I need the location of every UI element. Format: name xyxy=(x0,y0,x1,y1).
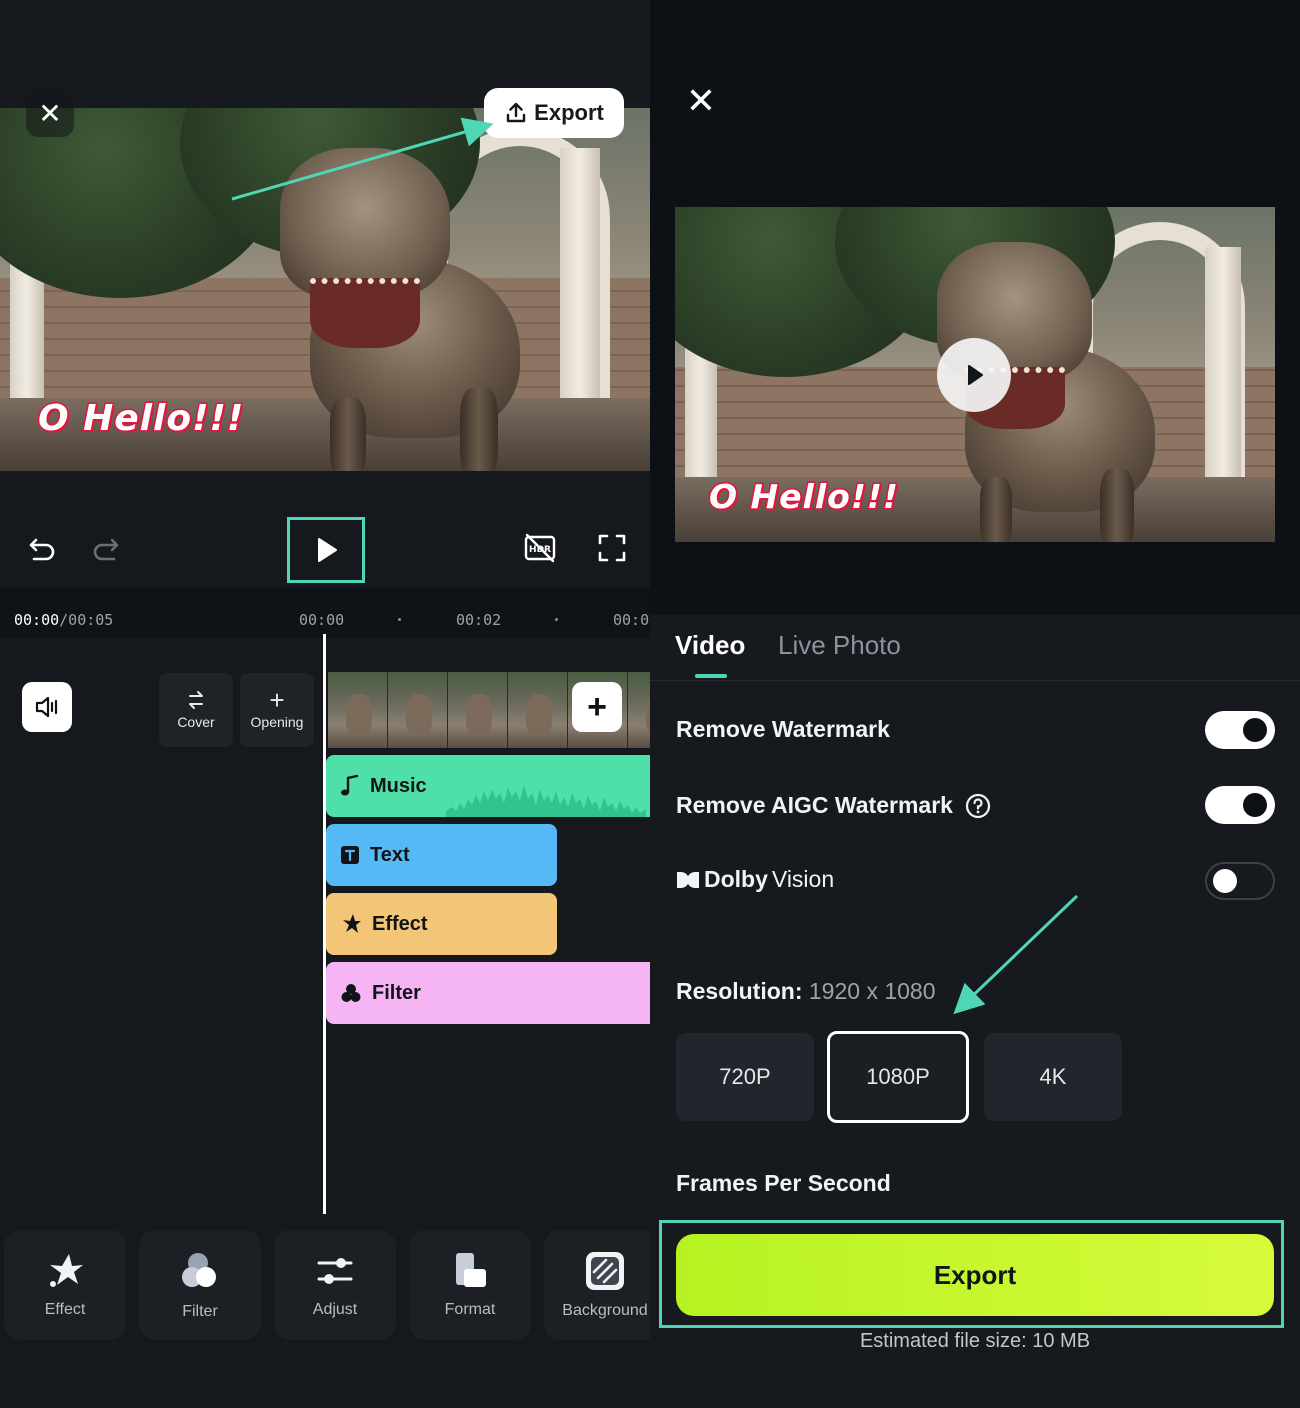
hdr-off-button[interactable]: HDR xyxy=(520,528,560,568)
cover-label: Cover xyxy=(177,714,215,730)
redo-icon xyxy=(93,538,119,561)
clip-thumbnail xyxy=(448,672,508,748)
audio-waveform xyxy=(446,785,646,817)
filter-circles-icon xyxy=(182,1253,216,1287)
dolby-logo-icon xyxy=(677,871,699,888)
close-export-button[interactable]: ✕ xyxy=(680,80,722,122)
export-button[interactable]: Export xyxy=(484,88,624,138)
clip-thumbnail xyxy=(508,672,568,748)
play-icon xyxy=(968,365,983,385)
tool-filter[interactable]: Filter xyxy=(139,1230,261,1340)
tab-live-photo[interactable]: Live Photo xyxy=(778,630,901,661)
swap-arrows-icon xyxy=(189,691,203,709)
track-label: Music xyxy=(370,774,427,797)
sparkle-icon xyxy=(343,914,361,933)
tool-label: Filter xyxy=(182,1303,218,1320)
play-icon xyxy=(318,538,337,562)
tool-label: Background xyxy=(562,1302,648,1319)
sparkle-star-icon xyxy=(50,1254,83,1287)
dolby-vision-label: Dolby Vision xyxy=(676,866,834,893)
hdr-off-icon: HDR xyxy=(524,533,556,563)
toggle-knob xyxy=(1243,718,1267,742)
estimated-file-size: Estimated file size: 10 MB xyxy=(859,1330,1091,1352)
current-time: 00:00/00:05 xyxy=(14,611,114,629)
remove-watermark-toggle[interactable] xyxy=(1205,711,1275,749)
speaker-icon xyxy=(35,696,58,718)
tool-label: Effect xyxy=(44,1301,86,1318)
tool-format[interactable]: Format xyxy=(409,1230,531,1340)
toggle-knob xyxy=(1243,793,1267,817)
close-icon: ✕ xyxy=(38,97,62,129)
remove-aigc-watermark-toggle[interactable] xyxy=(1205,786,1275,824)
playhead[interactable] xyxy=(323,634,326,1214)
upload-icon xyxy=(506,102,526,123)
tick-dot xyxy=(398,618,401,621)
preview-play-button[interactable] xyxy=(937,338,1011,412)
tool-adjust[interactable]: Adjust xyxy=(274,1230,396,1340)
tab-divider xyxy=(650,680,1300,681)
format-icon xyxy=(456,1253,486,1287)
track-label: Text xyxy=(370,843,410,866)
redo-button[interactable] xyxy=(86,528,126,568)
track-effect[interactable]: Effect xyxy=(326,893,557,955)
export-confirm-button[interactable]: Export xyxy=(676,1234,1274,1316)
tick-label: 00:0 xyxy=(613,611,650,629)
tick-label: 00:00 xyxy=(299,611,345,629)
active-tab-indicator xyxy=(695,674,727,678)
video-preview[interactable]: O Hello!!! xyxy=(0,108,650,471)
play-button[interactable] xyxy=(287,517,365,583)
export-label: Export xyxy=(534,100,604,125)
undo-button[interactable] xyxy=(22,528,62,568)
export-label: Export xyxy=(933,1259,1017,1290)
music-note-icon xyxy=(341,775,359,796)
toggle-knob xyxy=(1213,869,1237,893)
fullscreen-icon xyxy=(598,534,626,562)
dolby-vision-toggle[interactable] xyxy=(1205,862,1275,900)
undo-icon xyxy=(29,538,55,561)
background-icon xyxy=(586,1252,624,1290)
clip-thumbnail xyxy=(628,672,650,748)
filter-icon xyxy=(341,984,361,1002)
cover-button[interactable]: Cover xyxy=(159,673,233,747)
close-icon: ✕ xyxy=(685,80,717,121)
tool-background[interactable]: Background xyxy=(544,1230,650,1340)
text-icon xyxy=(341,846,359,864)
remove-aigc-watermark-label: Remove AIGC Watermark xyxy=(676,792,991,819)
help-icon[interactable] xyxy=(965,793,991,819)
resolution-1080p[interactable]: 1080P xyxy=(827,1031,969,1123)
track-text[interactable]: Text xyxy=(326,824,557,886)
opening-button[interactable]: + Opening xyxy=(240,673,314,747)
mute-button[interactable] xyxy=(22,682,72,732)
remove-watermark-label: Remove Watermark xyxy=(676,716,890,742)
tool-effect[interactable]: Effect xyxy=(4,1230,126,1340)
track-music[interactable]: Music xyxy=(326,755,650,817)
resolution-720p[interactable]: 720P xyxy=(676,1033,814,1121)
track-filter[interactable]: Filter xyxy=(326,962,650,1024)
resolution-4k[interactable]: 4K xyxy=(984,1033,1122,1121)
opening-label: Opening xyxy=(250,714,304,730)
clip-thumbnail xyxy=(388,672,448,748)
tick-dot xyxy=(555,618,558,621)
caption-overlay: O Hello!!! xyxy=(708,476,900,518)
tool-label: Format xyxy=(444,1301,496,1318)
clip-thumbnail xyxy=(328,672,388,748)
track-label: Effect xyxy=(372,912,428,935)
tab-video[interactable]: Video xyxy=(675,630,745,661)
tick-label: 00:02 xyxy=(456,611,502,629)
sliders-icon xyxy=(317,1258,353,1284)
plus-icon: + xyxy=(587,687,607,726)
fps-label: Frames Per Second xyxy=(676,1170,891,1196)
tool-label: Adjust xyxy=(312,1301,358,1318)
fullscreen-button[interactable] xyxy=(592,528,632,568)
close-button[interactable]: ✕ xyxy=(26,89,74,137)
add-clip-button[interactable]: + xyxy=(572,682,622,732)
caption-overlay: O Hello!!! xyxy=(36,397,245,441)
resolution-label: Resolution: 1920 x 1080 xyxy=(676,978,936,1004)
track-label: Filter xyxy=(372,981,421,1004)
editor-panel: O Hello!!! ✕ Export HDR 00:00/00:05 00:0… xyxy=(0,0,650,1408)
plus-icon: + xyxy=(269,685,285,715)
